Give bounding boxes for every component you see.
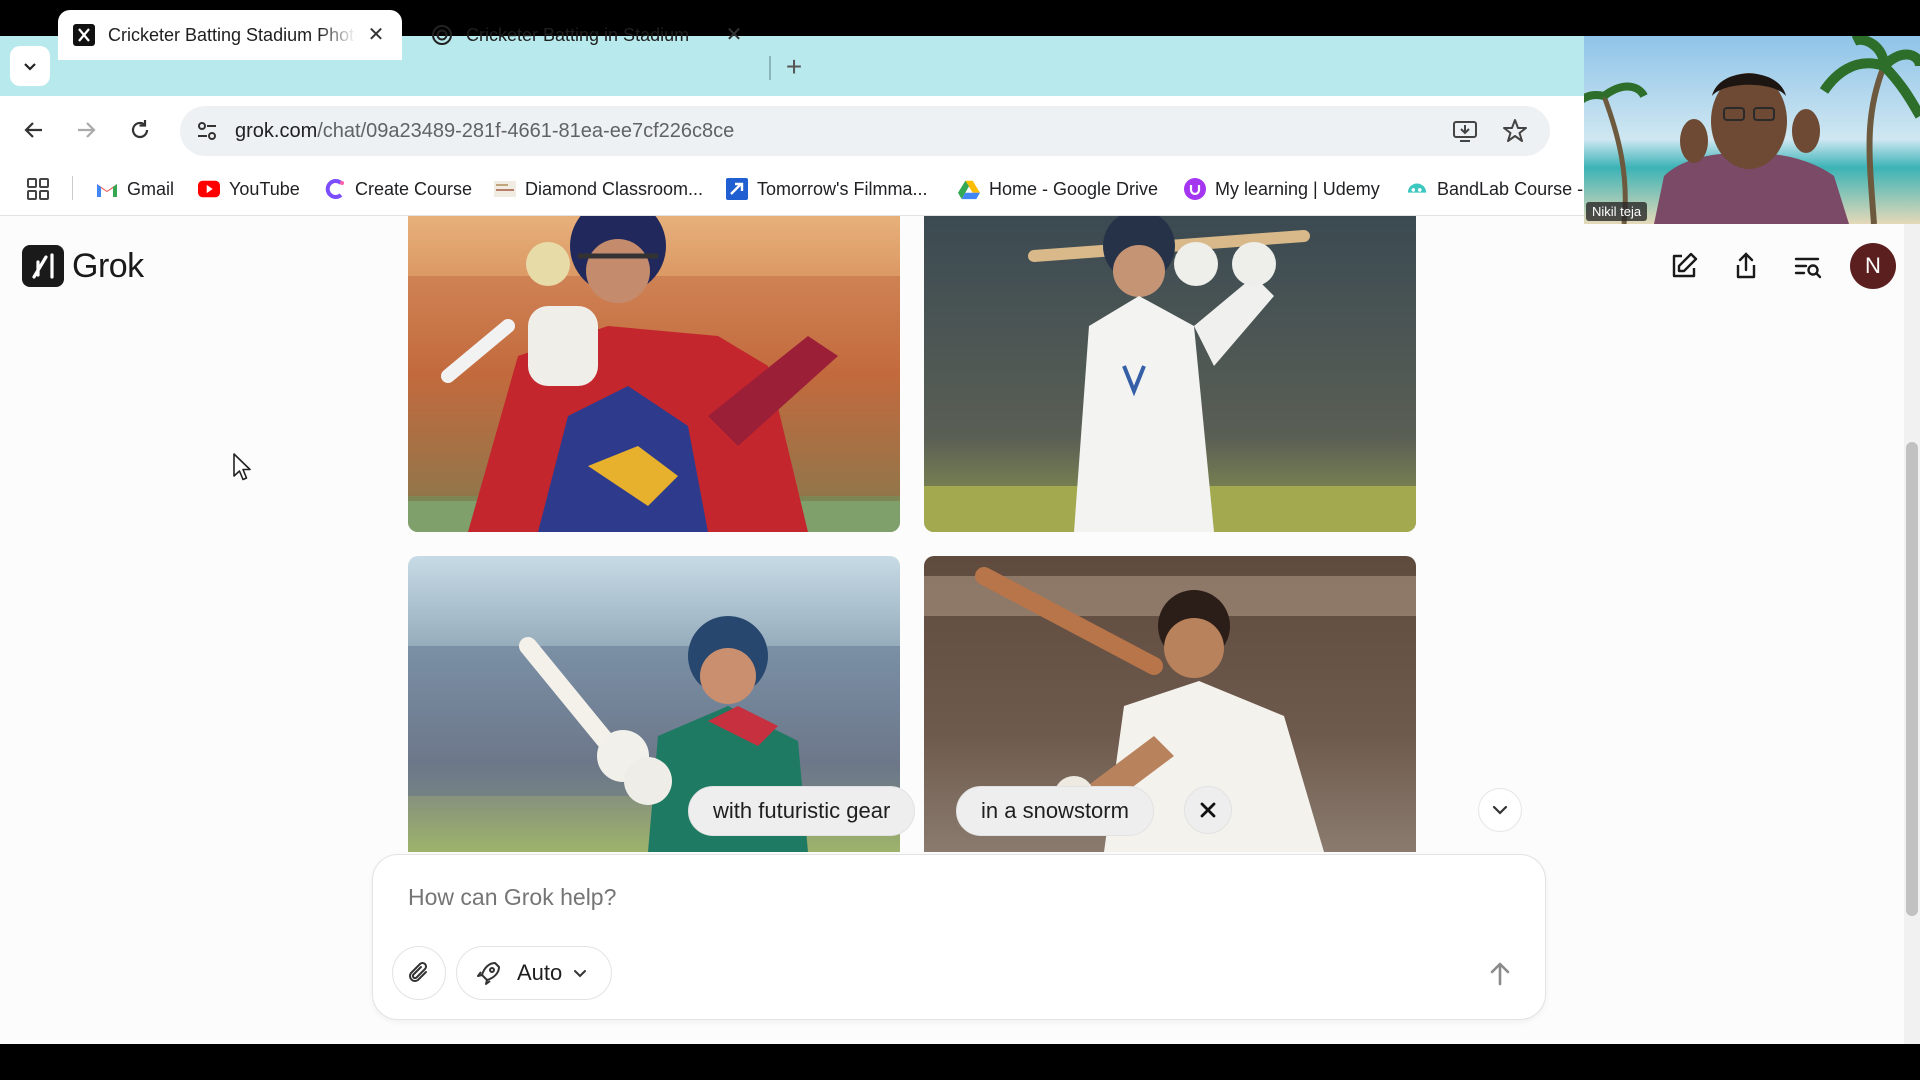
- url-text: grok.com/chat/09a23489-281f-4661-81ea-ee…: [235, 120, 734, 143]
- bookmark-label: Create Course: [355, 178, 473, 199]
- suggestion-chip[interactable]: with futuristic gear: [688, 786, 916, 836]
- reload-button[interactable]: [122, 112, 158, 148]
- chevron-down-icon: [24, 63, 36, 71]
- grok-home-link[interactable]: Grok: [22, 244, 144, 288]
- tab-title: Cricketer Batting Stadium Photo: [108, 24, 356, 45]
- url-path: /chat/09a23489-281f-4661-81ea-ee7cf226c8…: [317, 119, 735, 142]
- webcam-name-label: Nikil teja: [1586, 202, 1648, 221]
- create-course-icon: [324, 178, 346, 200]
- bookmark-label: Diamond Classroom...: [525, 178, 704, 199]
- udemy-icon: [1184, 178, 1206, 200]
- history-search-icon: [1794, 257, 1822, 279]
- paperclip-icon: [409, 961, 428, 982]
- reload-icon: [131, 120, 149, 139]
- bookmark-label: Home - Google Drive: [989, 178, 1159, 199]
- chat-input[interactable]: [408, 884, 1408, 911]
- tab-inactive[interactable]: Cricketer Batting in Stadium ✕: [416, 10, 760, 60]
- grok-logo-icon: [22, 245, 64, 287]
- google-drive-icon: [958, 178, 980, 200]
- scrollbar-thumb[interactable]: [1906, 442, 1918, 916]
- tab-search-dropdown[interactable]: [10, 46, 50, 86]
- bookmark-gmail[interactable]: Gmail: [96, 172, 174, 206]
- scroll-to-bottom-button[interactable]: [1478, 788, 1522, 832]
- arrow-right-icon: [78, 122, 96, 138]
- chevron-down-icon: [574, 970, 587, 978]
- chevron-down-icon: [1492, 805, 1508, 815]
- tab-active[interactable]: Cricketer Batting Stadium Photo ✕: [58, 10, 402, 60]
- rocket-icon: [477, 962, 500, 985]
- gmail-icon: [96, 178, 118, 200]
- bookmark-label: BandLab Course -: [1437, 178, 1584, 199]
- apps-button[interactable]: [26, 172, 50, 206]
- forward-button[interactable]: [68, 112, 104, 148]
- edit-icon: [1672, 252, 1698, 278]
- new-tab-button[interactable]: +: [776, 50, 812, 86]
- close-tab-icon[interactable]: ✕: [364, 23, 388, 47]
- generated-image-1[interactable]: [408, 216, 900, 532]
- arrow-left-icon: [24, 122, 42, 138]
- close-icon: [1200, 802, 1216, 818]
- tab-title: Cricketer Batting in Stadium: [466, 24, 690, 45]
- bookmark-youtube[interactable]: YouTube: [198, 172, 300, 206]
- openai-icon: [430, 23, 454, 47]
- new-chat-button[interactable]: [1664, 246, 1704, 286]
- close-tab-icon[interactable]: ✕: [722, 23, 746, 47]
- grok-wordmark: Grok: [72, 246, 144, 285]
- share-button[interactable]: [1726, 246, 1766, 286]
- bookmark-google-drive[interactable]: Home - Google Drive: [958, 172, 1158, 206]
- x-grok-icon: [72, 23, 96, 47]
- arrow-up-icon: [1490, 962, 1510, 986]
- bookmark-diamond-classroom[interactable]: Diamond Classroom...: [494, 172, 703, 206]
- generated-image-2[interactable]: [924, 216, 1416, 532]
- share-icon: [1736, 252, 1756, 279]
- bookmark-star-icon[interactable]: [1502, 118, 1528, 149]
- model-label: Auto: [517, 960, 563, 985]
- bandlab-icon: [1406, 178, 1428, 200]
- bookmarks-divider: [72, 176, 73, 200]
- bookmark-filmmaker[interactable]: Tomorrow's Filmma...: [726, 172, 927, 206]
- send-button[interactable]: [1476, 950, 1524, 998]
- apps-grid-icon: [27, 178, 49, 200]
- address-bar[interactable]: grok.com/chat/09a23489-281f-4661-81ea-ee…: [180, 106, 1550, 156]
- bookmark-label: Tomorrow's Filmma...: [757, 178, 928, 199]
- site-info-icon[interactable]: [194, 118, 220, 149]
- url-host: grok.com: [235, 119, 318, 142]
- suggestion-chip[interactable]: in a snowstorm: [956, 786, 1154, 836]
- bookmark-create-course[interactable]: Create Course: [324, 172, 472, 206]
- install-app-icon[interactable]: [1452, 118, 1478, 149]
- dismiss-suggestions-button[interactable]: [1184, 786, 1232, 834]
- filmmaker-icon: [726, 178, 748, 200]
- diamond-classroom-icon: [494, 178, 516, 200]
- tab-divider: [769, 56, 771, 80]
- back-button[interactable]: [16, 112, 52, 148]
- model-selector[interactable]: Auto: [456, 946, 612, 1000]
- webcam-overlay: [1584, 36, 1920, 224]
- bookmark-udemy[interactable]: My learning | Udemy: [1184, 172, 1380, 206]
- bookmark-bandlab[interactable]: BandLab Course -: [1406, 172, 1583, 206]
- youtube-icon: [198, 178, 220, 200]
- bookmark-label: YouTube: [229, 178, 300, 199]
- avatar[interactable]: N: [1850, 243, 1896, 289]
- attach-button[interactable]: [392, 946, 446, 1000]
- bookmark-label: My learning | Udemy: [1215, 178, 1380, 199]
- bookmark-label: Gmail: [127, 178, 175, 199]
- mouse-cursor-icon: [232, 452, 254, 487]
- history-search-button[interactable]: [1788, 246, 1828, 286]
